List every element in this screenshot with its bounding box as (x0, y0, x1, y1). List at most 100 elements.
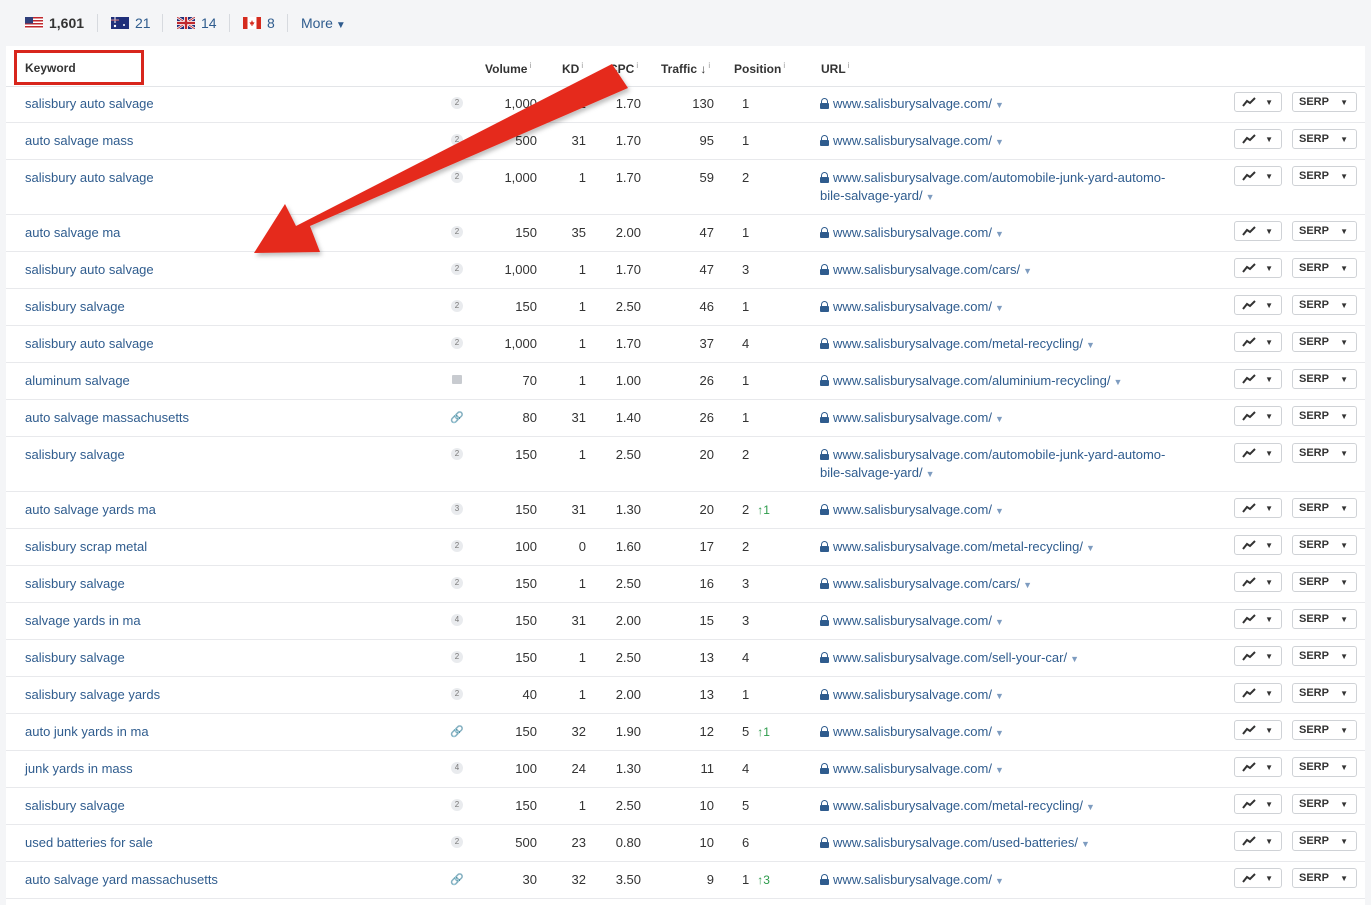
caret-down-icon[interactable]: ▼ (926, 192, 935, 202)
serp-dropdown-button[interactable]: SERP ▼ (1292, 92, 1357, 112)
url-link[interactable]: www.salisburysalvage.com/▼ (820, 501, 1004, 520)
serp-features-badge[interactable]: 2 (451, 836, 463, 848)
trend-dropdown-button[interactable]: ▼ (1234, 443, 1282, 463)
trend-dropdown-button[interactable]: ▼ (1234, 868, 1282, 888)
trend-dropdown-button[interactable]: ▼ (1234, 369, 1282, 389)
serp-dropdown-button[interactable]: SERP ▼ (1292, 535, 1357, 555)
caret-down-icon[interactable]: ▼ (1070, 654, 1079, 664)
keyword-link[interactable]: salisbury auto salvage (25, 336, 154, 351)
serp-dropdown-button[interactable]: SERP ▼ (1292, 406, 1357, 426)
keyword-link[interactable]: salisbury salvage (25, 798, 125, 813)
keyword-link[interactable]: auto salvage yard massachusetts (25, 872, 218, 887)
keyword-link[interactable]: auto salvage massachusetts (25, 410, 189, 425)
trend-dropdown-button[interactable]: ▼ (1234, 831, 1282, 851)
serp-dropdown-button[interactable]: SERP ▼ (1292, 757, 1357, 777)
serp-features-badge[interactable]: 2 (451, 263, 463, 275)
trend-dropdown-button[interactable]: ▼ (1234, 221, 1282, 241)
column-header-position[interactable]: Position i (734, 61, 785, 76)
serp-dropdown-button[interactable]: SERP ▼ (1292, 794, 1357, 814)
trend-dropdown-button[interactable]: ▼ (1234, 720, 1282, 740)
trend-dropdown-button[interactable]: ▼ (1234, 295, 1282, 315)
url-link[interactable]: www.salisburysalvage.com/▼ (820, 298, 1004, 317)
serp-dropdown-button[interactable]: SERP ▼ (1292, 129, 1357, 149)
url-link[interactable]: www.salisburysalvage.com/▼ (820, 132, 1004, 151)
serp-dropdown-button[interactable]: SERP ▼ (1292, 831, 1357, 851)
caret-down-icon[interactable]: ▼ (995, 506, 1004, 516)
caret-down-icon[interactable]: ▼ (995, 876, 1004, 886)
trend-dropdown-button[interactable]: ▼ (1234, 794, 1282, 814)
keyword-link[interactable]: salisbury scrap metal (25, 539, 147, 554)
serp-features-badge[interactable]: 3 (451, 503, 463, 515)
keyword-link[interactable]: auto salvage mass (25, 133, 133, 148)
serp-features-badge[interactable]: 2 (451, 337, 463, 349)
column-header-url[interactable]: URL i (821, 61, 849, 76)
country-us-filter[interactable]: 1,601 (25, 14, 84, 32)
serp-dropdown-button[interactable]: SERP ▼ (1292, 609, 1357, 629)
keyword-link[interactable]: aluminum salvage (25, 373, 130, 388)
url-link[interactable]: www.salisburysalvage.com/▼ (820, 871, 1004, 890)
url-link[interactable]: www.salisburysalvage.com/metal-recycling… (820, 538, 1095, 557)
serp-features-badge[interactable]: 4 (451, 762, 463, 774)
column-header-kd[interactable]: KD i (562, 61, 583, 76)
caret-down-icon[interactable]: ▼ (1023, 580, 1032, 590)
serp-dropdown-button[interactable]: SERP ▼ (1292, 720, 1357, 740)
keyword-link[interactable]: salvage yards in ma (25, 613, 141, 628)
url-link[interactable]: www.salisburysalvage.com/cars/▼ (820, 575, 1032, 594)
caret-down-icon[interactable]: ▼ (926, 469, 935, 479)
caret-down-icon[interactable]: ▼ (995, 137, 1004, 147)
trend-dropdown-button[interactable]: ▼ (1234, 406, 1282, 426)
caret-down-icon[interactable]: ▼ (1113, 377, 1122, 387)
keyword-link[interactable]: salisbury auto salvage (25, 262, 154, 277)
serp-features-badge[interactable]: 2 (451, 300, 463, 312)
keyword-link[interactable]: auto salvage yards ma (25, 502, 156, 517)
serp-dropdown-button[interactable]: SERP ▼ (1292, 868, 1357, 888)
caret-down-icon[interactable]: ▼ (995, 229, 1004, 239)
trend-dropdown-button[interactable]: ▼ (1234, 332, 1282, 352)
keyword-link[interactable]: salisbury salvage yards (25, 687, 160, 702)
caret-down-icon[interactable]: ▼ (995, 414, 1004, 424)
serp-dropdown-button[interactable]: SERP ▼ (1292, 332, 1357, 352)
caret-down-icon[interactable]: ▼ (1081, 839, 1090, 849)
trend-dropdown-button[interactable]: ▼ (1234, 683, 1282, 703)
keyword-link[interactable]: auto salvage ma (25, 225, 120, 240)
keyword-link[interactable]: salisbury salvage (25, 576, 125, 591)
keyword-link[interactable]: salisbury salvage (25, 447, 125, 462)
url-link[interactable]: www.salisburysalvage.com/▼ (820, 760, 1004, 779)
trend-dropdown-button[interactable]: ▼ (1234, 535, 1282, 555)
trend-dropdown-button[interactable]: ▼ (1234, 166, 1282, 186)
column-header-traffic[interactable]: Traffic ↓ i (661, 61, 710, 76)
keyword-link[interactable]: salisbury auto salvage (25, 96, 154, 111)
caret-down-icon[interactable]: ▼ (1086, 802, 1095, 812)
caret-down-icon[interactable]: ▼ (1086, 340, 1095, 350)
url-link[interactable]: www.salisburysalvage.com/▼ (820, 723, 1004, 742)
keyword-link[interactable]: junk yards in mass (25, 761, 133, 776)
trend-dropdown-button[interactable]: ▼ (1234, 498, 1282, 518)
serp-features-badge[interactable]: 2 (451, 688, 463, 700)
caret-down-icon[interactable]: ▼ (1086, 543, 1095, 553)
serp-features-badge[interactable]: 2 (451, 226, 463, 238)
keyword-link[interactable]: salisbury salvage (25, 650, 125, 665)
serp-dropdown-button[interactable]: SERP ▼ (1292, 369, 1357, 389)
caret-down-icon[interactable]: ▼ (995, 691, 1004, 701)
trend-dropdown-button[interactable]: ▼ (1234, 92, 1282, 112)
trend-dropdown-button[interactable]: ▼ (1234, 609, 1282, 629)
serp-dropdown-button[interactable]: SERP ▼ (1292, 498, 1357, 518)
keyword-link[interactable]: salisbury auto salvage (25, 170, 154, 185)
serp-features-badge[interactable]: 2 (451, 134, 463, 146)
trend-dropdown-button[interactable]: ▼ (1234, 258, 1282, 278)
keyword-link[interactable]: auto junk yards in ma (25, 724, 149, 739)
caret-down-icon[interactable]: ▼ (995, 100, 1004, 110)
trend-dropdown-button[interactable]: ▼ (1234, 129, 1282, 149)
serp-features-badge[interactable]: 2 (451, 171, 463, 183)
serp-dropdown-button[interactable]: SERP ▼ (1292, 683, 1357, 703)
serp-dropdown-button[interactable]: SERP ▼ (1292, 295, 1357, 315)
url-link[interactable]: www.salisburysalvage.com/sell-your-car/▼ (820, 649, 1079, 668)
caret-down-icon[interactable]: ▼ (1023, 266, 1032, 276)
caret-down-icon[interactable]: ▼ (995, 617, 1004, 627)
url-link[interactable]: www.salisburysalvage.com/▼ (820, 686, 1004, 705)
url-link[interactable]: www.salisburysalvage.com/automobile-junk… (820, 446, 1165, 483)
country-au-filter[interactable]: 21 (111, 14, 151, 32)
url-link[interactable]: www.salisburysalvage.com/metal-recycling… (820, 335, 1095, 354)
serp-features-badge[interactable]: 2 (451, 651, 463, 663)
url-link[interactable]: www.salisburysalvage.com/metal-recycling… (820, 797, 1095, 816)
